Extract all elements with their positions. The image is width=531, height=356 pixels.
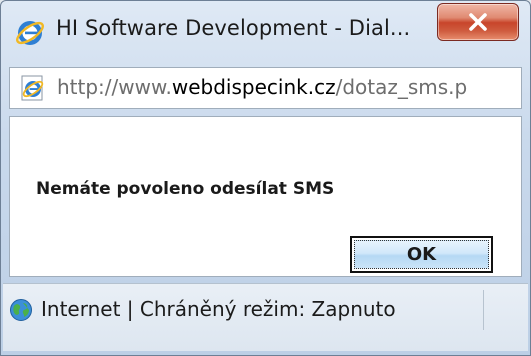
ok-button[interactable]: OK <box>350 236 493 273</box>
ie-page-icon <box>19 74 47 102</box>
address-bar[interactable]: http://www.webdispecink.cz/dotaz_sms.p <box>9 67 522 109</box>
dialog-message: Nemáte povoleno odesílat SMS <box>36 179 335 199</box>
url-prefix: http://www. <box>57 75 172 99</box>
url-domain: webdispecink.cz <box>171 75 336 99</box>
dialog-content: Nemáte povoleno odesílat SMS OK <box>9 116 522 277</box>
status-bar: Internet | Chráněný režim: Zapnuto <box>3 283 528 351</box>
ie-icon <box>15 18 45 48</box>
url-path: /dotaz_sms.p <box>335 75 468 99</box>
dialog-window: HI Software Development - Dial... http:/… <box>0 0 531 356</box>
ok-button-label: OK <box>354 240 489 269</box>
window-title: HI Software Development - Dial... <box>56 16 411 40</box>
globe-icon <box>9 298 33 322</box>
close-icon <box>469 13 487 31</box>
close-button[interactable] <box>437 3 519 41</box>
url-text: http://www.webdispecink.cz/dotaz_sms.p <box>57 75 467 99</box>
status-text: Internet | Chráněný režim: Zapnuto <box>41 297 396 321</box>
title-bar[interactable]: HI Software Development - Dial... <box>1 1 530 61</box>
status-divider <box>483 290 484 330</box>
